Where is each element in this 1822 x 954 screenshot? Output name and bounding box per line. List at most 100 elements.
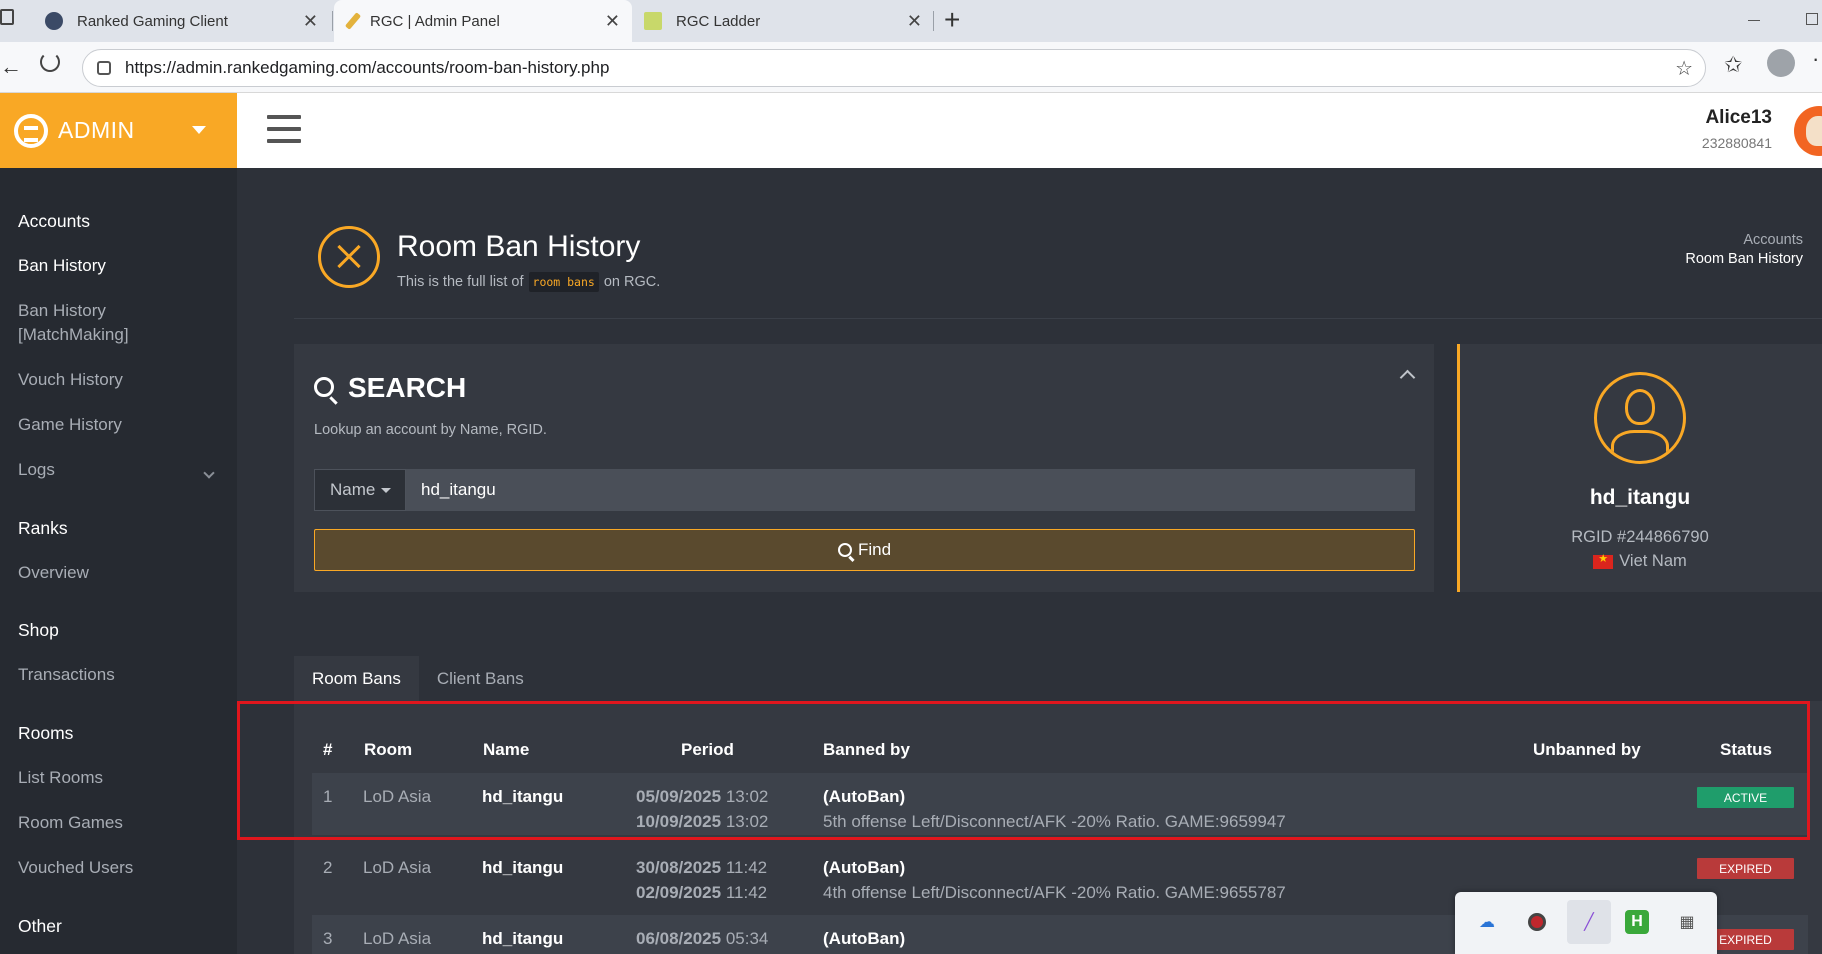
search-input[interactable]: hd_itangu: [406, 469, 1415, 511]
close-tab-icon[interactable]: ✕: [907, 11, 922, 32]
sidebar-heading-ranks: Ranks: [18, 518, 68, 538]
subtitle-code: room bans: [528, 272, 599, 292]
sidebar-toggle-icon[interactable]: [0, 9, 14, 25]
page-subtitle: This is the full list of room bans on RG…: [397, 272, 660, 292]
rgc-favicon-icon: [45, 12, 63, 30]
subtitle-text: This is the full list of: [397, 274, 524, 290]
sidebar-heading-rooms: Rooms: [18, 723, 74, 743]
tab-separator: [933, 11, 934, 31]
url-field[interactable]: https://admin.rankedgaming.com/accounts/…: [82, 49, 1706, 87]
feather-icon[interactable]: ╱: [1567, 900, 1611, 944]
browser-tab-bar: Ranked Gaming Client ✕ RGC | Admin Panel…: [0, 0, 1822, 42]
vietnam-flag-icon: [1593, 552, 1614, 569]
sidebar-item-ban-history-mm[interactable]: Ban History: [18, 301, 106, 321]
user-silhouette-icon: [1594, 372, 1686, 464]
sidebar-heading-other: Other: [18, 916, 62, 936]
sidebar-item-vouch-history[interactable]: Vouch History: [18, 370, 123, 390]
search-card: SEARCH Lookup an account by Name, RGID. …: [294, 344, 1434, 592]
admin-brand[interactable]: ADMIN: [0, 93, 237, 168]
rgc-logo-icon: [14, 113, 48, 148]
row-period-start: 30/08/2025 11:42: [636, 858, 767, 878]
tab-room-bans[interactable]: Room Bans: [294, 656, 419, 701]
highlight-box: [237, 701, 1810, 840]
sidebar-item-room-games[interactable]: Room Games: [18, 813, 123, 833]
search-title: SEARCH: [348, 372, 467, 403]
divider: [294, 318, 1822, 319]
more-menu-icon[interactable]: ·: [1812, 46, 1819, 72]
top-bar: Alice13 232880841: [237, 93, 1822, 168]
start-time: 11:42: [725, 858, 768, 877]
breadcrumb-accounts[interactable]: Accounts: [1743, 232, 1803, 248]
end-date: 02/09/2025: [636, 883, 722, 902]
start-date: 30/08/2025: [636, 858, 722, 877]
h-app-icon[interactable]: H: [1625, 910, 1649, 934]
row-period-end: 02/09/2025 11:42: [636, 883, 767, 903]
sidebar-item-transactions[interactable]: Transactions: [18, 665, 115, 685]
user-id: 232880841: [1701, 135, 1772, 151]
search-icon: [837, 543, 852, 557]
favorites-icon[interactable]: ✩: [1724, 52, 1742, 78]
search-type-label: Name: [330, 480, 376, 499]
site-info-icon[interactable]: [97, 61, 111, 75]
row-name[interactable]: hd_itangu: [482, 929, 563, 949]
broom-favicon-icon: [344, 12, 362, 30]
browser-tab-admin[interactable]: RGC | Admin Panel ✕: [334, 0, 632, 42]
tab-title: RGC | Admin Panel: [370, 12, 500, 30]
country-name: Viet Nam: [1619, 552, 1687, 570]
start-date: 06/08/2025: [636, 929, 722, 948]
hamburger-menu-icon[interactable]: [267, 115, 301, 143]
row-num: 3: [323, 929, 333, 948]
profile-icon[interactable]: [1767, 49, 1795, 77]
restore-icon[interactable]: [1806, 13, 1818, 25]
search-type-dropdown[interactable]: Name: [314, 469, 406, 511]
row-reason: 4th offense Left/Disconnect/AFK -20% Rat…: [823, 883, 1286, 902]
sidebar: [0, 168, 237, 954]
sidebar-item-vouched-users[interactable]: Vouched Users: [18, 858, 133, 878]
address-bar-row: ← https://admin.rankedgaming.com/account…: [0, 42, 1822, 93]
ban-tabs: Room Bans Client Bans: [294, 656, 542, 701]
profile-rgid: RGID #244866790: [1571, 528, 1709, 546]
sidebar-item-overview[interactable]: Overview: [18, 563, 89, 583]
sidebar-item-game-history[interactable]: Game History: [18, 415, 122, 435]
url-text: https://admin.rankedgaming.com/accounts/…: [125, 58, 610, 77]
end-time: 11:42: [725, 883, 768, 902]
cloud-icon[interactable]: ☁: [1475, 910, 1499, 934]
sidebar-heading-accounts: Accounts: [18, 211, 90, 231]
status-badge: EXPIRED: [1697, 858, 1794, 879]
sidebar-item-ban-history[interactable]: Ban History: [18, 256, 106, 276]
user-avatar[interactable]: [1794, 106, 1822, 156]
find-button[interactable]: Find: [314, 529, 1415, 571]
browser-tab-ladder[interactable]: RGC Ladder ✕: [634, 0, 934, 42]
tab-title: Ranked Gaming Client: [77, 12, 228, 30]
start-time: 05:34: [725, 929, 769, 948]
profile-name: hd_itangu: [1589, 486, 1691, 509]
tab-client-bans[interactable]: Client Bans: [419, 656, 542, 701]
tab-separator: [332, 11, 333, 31]
search-heading: SEARCH: [314, 372, 466, 404]
row-name[interactable]: hd_itangu: [482, 858, 563, 878]
record-icon[interactable]: [1525, 910, 1549, 934]
back-icon[interactable]: ←: [0, 54, 22, 80]
subtitle-text: on RGC.: [603, 274, 661, 290]
chevron-up-icon[interactable]: [1399, 369, 1416, 386]
sidebar-heading-shop: Shop: [18, 620, 59, 640]
search-help: Lookup an account by Name, RGID.: [314, 422, 547, 438]
row-banned-by: (AutoBan): [823, 858, 906, 877]
network-icon[interactable]: ▦: [1675, 910, 1699, 934]
bookmark-star-icon[interactable]: ☆: [1675, 56, 1693, 81]
row-room: LoD Asia: [363, 929, 432, 948]
caret-down-icon: [381, 487, 392, 493]
ladder-favicon-icon: [644, 12, 662, 30]
browser-tab-client[interactable]: Ranked Gaming Client ✕: [30, 0, 330, 42]
sidebar-item-ban-history-mm-sub[interactable]: [MatchMaking]: [18, 325, 129, 345]
close-tab-icon[interactable]: ✕: [605, 11, 620, 32]
ban-x-icon: [318, 226, 380, 288]
system-tray-popup: ☁ ╱ H ▦: [1455, 892, 1717, 954]
new-tab-icon[interactable]: +: [944, 4, 960, 36]
close-tab-icon[interactable]: ✕: [303, 11, 318, 32]
reload-icon[interactable]: [40, 52, 60, 72]
sidebar-item-list-rooms[interactable]: List Rooms: [18, 768, 103, 788]
tab-title: RGC Ladder: [676, 12, 761, 30]
minimize-icon[interactable]: [1748, 20, 1760, 21]
sidebar-item-logs[interactable]: Logs: [18, 460, 55, 480]
